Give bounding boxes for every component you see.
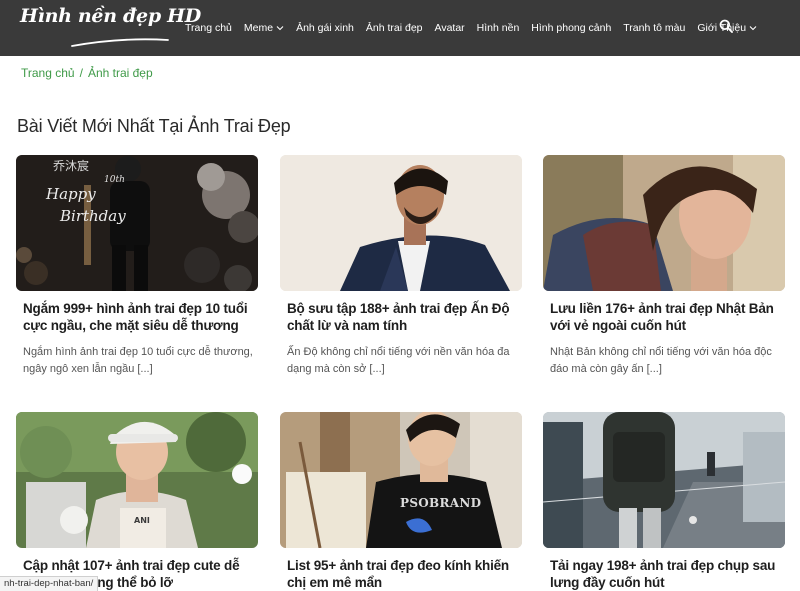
image-caption-age: 10th [104, 175, 125, 185]
breadcrumb-separator: / [79, 66, 83, 80]
nav-item-avatar[interactable]: Avatar [435, 22, 465, 34]
main-nav: Trang chủ Meme Ảnh gái xinh Ảnh trai đẹp… [185, 0, 757, 56]
browser-status-url: nh-trai-dep-nhat-ban/ [0, 576, 99, 591]
post-excerpt: Ngắm hình ảnh trai đẹp 10 tuổi cực dễ th… [23, 346, 253, 375]
post-thumbnail[interactable] [543, 412, 785, 548]
post-title[interactable]: Ngắm 999+ hình ảnh trai đẹp 10 tuổi cực … [16, 300, 258, 334]
post-excerpt: Ấn Độ không chỉ nổi tiếng với nền văn hó… [287, 346, 510, 375]
logo-text: Hình nền đẹp HD [20, 5, 201, 27]
nav-label: Hình phong cảnh [531, 22, 612, 34]
nav-item-hinh-nen[interactable]: Hình nền [477, 22, 520, 34]
post-card: ANI Cập nhật 107+ ảnh trai đẹp cute dễ t… [16, 412, 258, 591]
nav-label: Hình nền [476, 22, 520, 34]
post-image [280, 412, 522, 548]
nav-item-hinh-phong-canh[interactable]: Hình phong cảnh [531, 22, 611, 34]
image-caption-chinese: 乔沐宸 [53, 159, 90, 173]
nav-item-meme[interactable]: Meme [244, 22, 284, 34]
post-image [543, 155, 785, 291]
post-thumbnail[interactable]: ANI [16, 412, 258, 548]
post-card: Tải ngay 198+ ảnh trai đẹp chụp sau lưng… [543, 412, 785, 591]
nav-item-anh-gai-xinh[interactable]: Ảnh gái xinh [296, 22, 354, 34]
breadcrumb-current: Ảnh trai đẹp [87, 66, 153, 80]
post-title[interactable]: Bộ sưu tập 188+ ảnh trai đẹp Ấn Độ chất … [280, 300, 522, 334]
nav-label: Tranh tô màu [623, 22, 686, 34]
breadcrumb: Trang chủ / Ảnh trai đẹp [21, 66, 153, 80]
image-caption-happy: Happy [46, 185, 96, 203]
logo-swoosh-icon [71, 38, 169, 47]
nav-label: Ảnh trai đẹp [365, 22, 423, 34]
nav-label: Meme [243, 22, 274, 34]
site-header: Hình nền đẹp HD Trang chủ Meme Ảnh gái x… [0, 0, 800, 56]
chevron-down-icon [749, 26, 757, 31]
post-excerpt: Nhật Bản không chỉ nổi tiếng với văn hóa… [550, 346, 772, 375]
post-thumbnail[interactable] [543, 155, 785, 291]
nav-label: Trang chủ [185, 22, 232, 34]
nav-label: Avatar [434, 22, 465, 34]
page-title: Bài Viết Mới Nhất Tại Ảnh Trai Đẹp [17, 116, 291, 136]
search-icon[interactable] [719, 19, 733, 33]
post-title[interactable]: List 95+ ảnh trai đẹp đeo kính khiến chị… [280, 557, 522, 591]
post-title[interactable]: Tải ngay 198+ ảnh trai đẹp chụp sau lưng… [543, 557, 785, 591]
nav-item-tranh-to-mau[interactable]: Tranh tô màu [623, 22, 685, 34]
post-thumbnail[interactable]: 乔沐宸 10th Happy Birthday [16, 155, 258, 291]
chevron-down-icon [276, 26, 284, 31]
post-thumbnail[interactable] [280, 155, 522, 291]
breadcrumb-home-link[interactable]: Trang chủ [21, 66, 75, 80]
post-image [16, 412, 258, 548]
post-thumbnail[interactable]: PSOBRAND [280, 412, 522, 548]
post-card: Bộ sưu tập 188+ ảnh trai đẹp Ấn Độ chất … [280, 155, 522, 378]
post-card: 乔沐宸 10th Happy Birthday Ngắm 999+ hình ả… [16, 155, 258, 378]
post-card: PSOBRAND List 95+ ảnh trai đẹp đeo kính … [280, 412, 522, 591]
post-card: Lưu liền 176+ ảnh trai đẹp Nhật Bản với … [543, 155, 785, 378]
nav-item-home[interactable]: Trang chủ [185, 22, 232, 34]
post-image [543, 412, 785, 548]
image-caption-shirt-brand: PSOBRAND [400, 496, 482, 510]
post-title[interactable]: Lưu liền 176+ ảnh trai đẹp Nhật Bản với … [543, 300, 785, 334]
nav-label: Ảnh gái xinh [296, 22, 354, 34]
post-image [16, 155, 258, 291]
nav-item-anh-trai-dep[interactable]: Ảnh trai đẹp [366, 22, 423, 34]
image-caption-shirt-print: ANI [134, 516, 150, 525]
image-caption-birthday: Birthday [60, 207, 126, 225]
post-image [280, 155, 522, 291]
site-logo[interactable]: Hình nền đẹp HD [20, 3, 201, 53]
